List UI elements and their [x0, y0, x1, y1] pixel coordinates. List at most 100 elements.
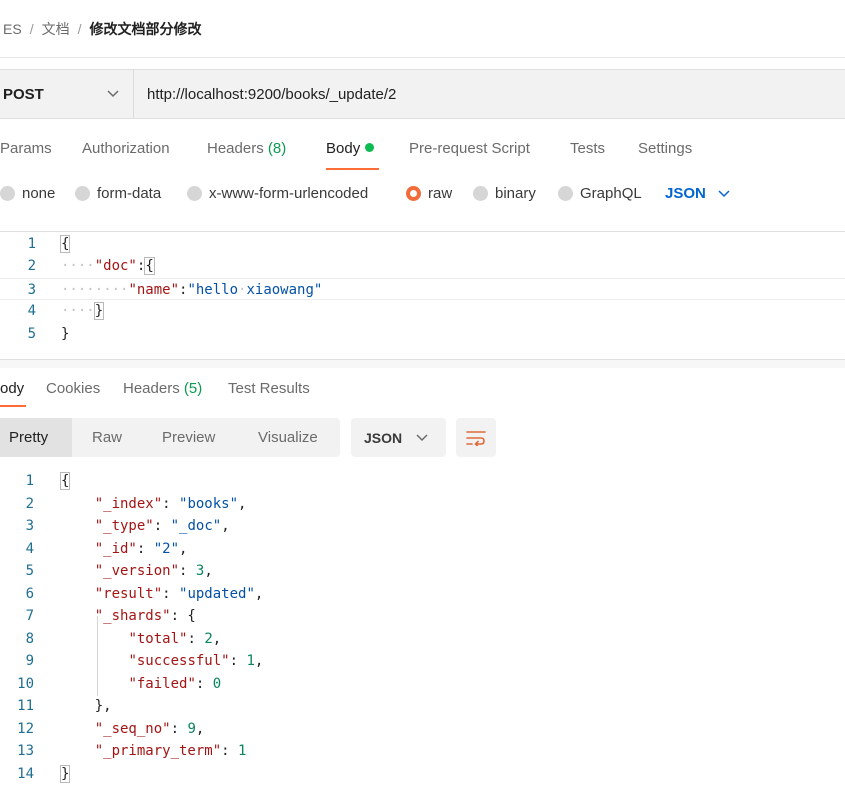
response-headers-count: (5) — [183, 380, 203, 397]
tab-body[interactable]: Body — [326, 140, 375, 157]
body-language-select[interactable]: JSON — [665, 185, 730, 202]
radio-urlencoded-label: x-www-form-urlencoded — [209, 185, 369, 202]
request-title[interactable]: 修改文档部分修改 — [89, 19, 201, 39]
value-name: "hello·xiaowang" — [187, 282, 323, 298]
line-number: 9 — [25, 653, 34, 669]
line-number: 2 — [27, 258, 36, 274]
code-line: 9 "successful": 1, — [0, 650, 845, 673]
breadcrumb-separator: / — [77, 20, 82, 37]
code-text: "_shards": { — [94, 608, 196, 624]
tab-settings[interactable]: Settings — [638, 140, 692, 157]
code-text: } — [59, 764, 71, 783]
code-text: }, — [61, 698, 112, 714]
breadcrumb: ES / 文档 / 修改文档部分修改 — [0, 0, 845, 58]
radio-circle — [558, 186, 573, 201]
line-number: 13 — [17, 743, 34, 759]
code-line: 5 } — [0, 323, 845, 345]
code-line: 3 "_type": "_doc", — [0, 515, 845, 538]
breadcrumb-folder[interactable]: 文档 — [42, 19, 70, 39]
tab-response-headers-label: Headers — [123, 380, 180, 397]
request-body-editor[interactable]: 1 { 2 ····"doc":{ 3 ········"name":"hell… — [0, 231, 845, 360]
line-number: 12 — [17, 720, 34, 737]
radio-binary[interactable]: binary — [473, 185, 536, 202]
line-number: 6 — [25, 585, 34, 602]
value-failed: 0 — [212, 675, 222, 692]
code-line: 1 { — [0, 470, 845, 493]
active-tab-underline — [0, 405, 26, 407]
chevron-down-icon — [416, 433, 428, 441]
view-preview-button[interactable]: Preview — [162, 418, 215, 457]
radio-form-data[interactable]: form-data — [75, 185, 161, 202]
code-line: 13 "_primary_term": 1 — [0, 740, 845, 763]
code-text: "result": "updated", — [94, 585, 264, 602]
tab-headers[interactable]: Headers (8) — [207, 140, 286, 157]
value-primary-term: 1 — [238, 743, 247, 759]
tab-pre-request-script[interactable]: Pre-request Script — [409, 140, 530, 157]
url-bar: POST http://localhost:9200/books/_update… — [0, 69, 845, 119]
code-text: "_version": 3, — [94, 563, 213, 579]
code-text: "_index": "books", — [94, 495, 247, 512]
code-text: ········"name":"hello·xiaowang" — [61, 282, 323, 298]
code-line: 1 { — [0, 233, 845, 255]
value-successful: 1 — [246, 653, 255, 669]
radio-graphql-label: GraphQL — [580, 185, 642, 202]
line-number: 14 — [17, 765, 34, 782]
tab-authorization[interactable]: Authorization — [82, 140, 170, 157]
line-number: 5 — [27, 326, 36, 342]
body-indicator-dot — [365, 143, 375, 152]
code-text: } — [61, 326, 70, 342]
value-total: 2 — [204, 630, 213, 647]
code-text: "_type": "_doc", — [94, 518, 230, 534]
line-number: 11 — [17, 698, 34, 714]
method-select[interactable]: POST — [0, 70, 134, 118]
response-body-viewer[interactable]: 1 { 2 "_index": "books", 3 "_type": "_do… — [0, 470, 845, 790]
code-line: 2 "_index": "books", — [0, 493, 845, 516]
wrap-lines-button[interactable] — [456, 418, 496, 457]
code-text: { — [59, 472, 71, 490]
radio-none-label: none — [22, 185, 56, 202]
value-id: 2 — [162, 540, 171, 557]
tab-tests[interactable]: Tests — [570, 140, 605, 157]
code-line-current: 3 ········"name":"hello·xiaowang" — [0, 278, 845, 300]
radio-raw[interactable]: raw — [406, 185, 452, 202]
radio-form-data-label: form-data — [97, 185, 162, 202]
value-index: books — [187, 495, 230, 512]
radio-urlencoded[interactable]: x-www-form-urlencoded — [187, 185, 368, 202]
line-number: 1 — [27, 236, 36, 252]
code-text: "failed": 0 — [128, 675, 222, 692]
code-line: 6 "result": "updated", — [0, 583, 845, 606]
code-line: 7 "_shards": { — [0, 605, 845, 628]
view-pretty-button[interactable]: Pretty — [0, 418, 72, 457]
code-line: 4 ····} — [0, 300, 845, 322]
value-type: _doc — [179, 518, 213, 534]
tab-params[interactable]: Params — [0, 140, 52, 157]
radio-graphql[interactable]: GraphQL — [558, 185, 642, 202]
chevron-down-icon — [718, 190, 730, 198]
radio-binary-label: binary — [495, 185, 536, 202]
tab-cookies[interactable]: Cookies — [46, 380, 100, 397]
line-number: 8 — [25, 630, 34, 647]
response-format-label: JSON — [364, 429, 403, 446]
code-line: 11 }, — [0, 695, 845, 718]
line-number: 3 — [25, 518, 34, 534]
tab-response-headers[interactable]: Headers (5) — [123, 380, 202, 397]
code-line: 14 } — [0, 763, 845, 786]
key-name: "name" — [128, 282, 180, 298]
pane-divider[interactable] — [0, 360, 845, 368]
radio-circle — [473, 186, 488, 201]
url-input[interactable]: http://localhost:9200/books/_update/2 — [134, 86, 396, 103]
view-visualize-button[interactable]: Visualize — [258, 418, 318, 457]
radio-none[interactable]: none — [0, 185, 55, 202]
breadcrumb-collection[interactable]: ES — [3, 21, 22, 37]
tab-test-results[interactable]: Test Results — [228, 380, 310, 397]
value-version: 3 — [195, 563, 205, 579]
body-language-label: JSON — [665, 185, 706, 202]
code-line: 12 "_seq_no": 9, — [0, 718, 845, 741]
value-seq-no: 9 — [187, 720, 196, 737]
response-format-select[interactable]: JSON — [351, 418, 446, 457]
tab-response-body[interactable]: ody — [0, 380, 24, 397]
breadcrumb-separator: / — [29, 20, 34, 37]
view-raw-button[interactable]: Raw — [92, 418, 122, 457]
radio-circle — [75, 186, 90, 201]
code-text: "_id": "2", — [94, 540, 188, 557]
